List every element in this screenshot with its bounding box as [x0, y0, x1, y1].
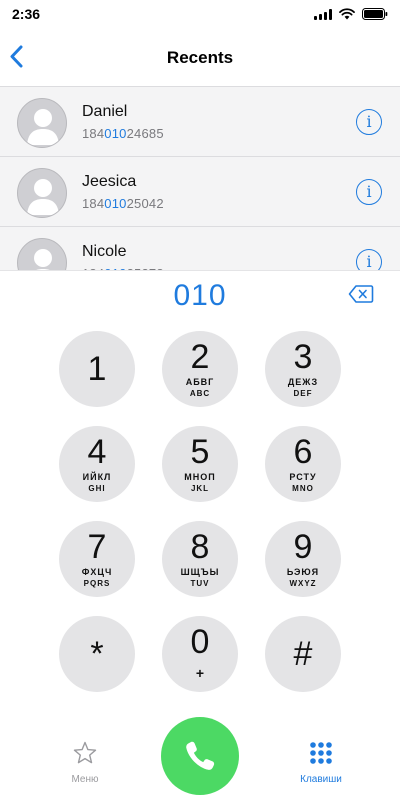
- key-letters-ru: ДЕЖЗ: [287, 377, 319, 387]
- list-item[interactable]: Nicole 18401025278 i: [0, 226, 400, 270]
- contact-number: 18401025042: [82, 196, 164, 211]
- key-letters-ru: АБВГ: [185, 377, 215, 387]
- keypad-grid-icon: [310, 742, 332, 764]
- key-digit: #: [293, 635, 313, 673]
- contact-name: Daniel: [82, 103, 128, 120]
- key-digit: 8: [190, 528, 210, 566]
- phone-icon: [186, 741, 215, 770]
- battery-icon: [362, 8, 388, 20]
- status-time: 2:36: [12, 6, 41, 22]
- contact-number: 18401024685: [82, 126, 164, 141]
- key-digit: 1: [87, 350, 107, 388]
- key-digit: 2: [190, 338, 210, 376]
- list-item[interactable]: Jeesica 18401025042 i: [0, 156, 400, 226]
- phone-screen: 2:36 Recents Daniel 18401024685 i Jeesic…: [0, 0, 400, 800]
- key-letters-en: ABC: [189, 389, 211, 398]
- key-letters-en: JKL: [190, 484, 210, 493]
- key-letters-ru: ИЙКЛ: [82, 472, 112, 482]
- page-title: Recents: [166, 48, 234, 67]
- call-button[interactable]: [161, 717, 239, 795]
- info-icon: i: [366, 112, 372, 131]
- key-digit: 6: [293, 433, 313, 471]
- bottom-bar: Меню Клавиши: [0, 710, 400, 800]
- tab-label: Меню: [71, 774, 99, 785]
- keypad: 1 2 АБВГ ABC 3 ДЕЖЗ DEF 4 ИЙКЛ GHI 5 МНО…: [0, 320, 400, 710]
- key-digit: 5: [190, 433, 210, 471]
- key-digit: *: [90, 635, 104, 673]
- backspace-icon: [348, 285, 374, 303]
- nav-bar: Recents: [0, 30, 400, 86]
- key-7[interactable]: 7 ФХЦЧ PQRS: [59, 521, 135, 597]
- key-star[interactable]: *: [59, 616, 135, 692]
- key-0[interactable]: 0 +: [162, 616, 238, 692]
- avatar: [17, 238, 67, 270]
- key-letters-en: MNO: [292, 484, 314, 493]
- key-6[interactable]: 6 РСТУ MNO: [265, 426, 341, 502]
- avatar: [17, 168, 67, 218]
- key-5[interactable]: 5 МНОП JKL: [162, 426, 238, 502]
- info-button[interactable]: i: [356, 109, 382, 135]
- key-letters-en: PQRS: [83, 579, 111, 588]
- dial-display: 010: [0, 270, 400, 320]
- info-icon: i: [366, 182, 372, 201]
- status-icons: [314, 8, 388, 20]
- contact-name: Nicole: [82, 243, 127, 260]
- key-letters-en: TUV: [190, 579, 210, 588]
- info-icon: i: [366, 252, 372, 270]
- info-button[interactable]: i: [356, 249, 382, 270]
- key-2[interactable]: 2 АБВГ ABC: [162, 331, 238, 407]
- key-9[interactable]: 9 ЬЭЮЯ WXYZ: [265, 521, 341, 597]
- star-icon: [73, 741, 97, 764]
- key-letters-en: DEF: [293, 389, 313, 398]
- contact-name: Jeesica: [82, 173, 137, 190]
- key-letters-ru: ШЩЪЫ: [180, 567, 220, 577]
- key-letters-en: WXYZ: [289, 579, 317, 588]
- key-digit: 7: [87, 528, 107, 566]
- key-letters-ru: МНОП: [184, 472, 216, 482]
- info-button[interactable]: i: [356, 179, 382, 205]
- avatar: [17, 98, 67, 148]
- key-4[interactable]: 4 ИЙКЛ GHI: [59, 426, 135, 502]
- tab-keypad[interactable]: Клавиши: [286, 740, 356, 785]
- key-letters-ru: ЬЭЮЯ: [286, 567, 320, 577]
- list-item[interactable]: Daniel 18401024685 i: [0, 86, 400, 156]
- cellular-signal-icon: [314, 8, 332, 20]
- key-hash[interactable]: #: [265, 616, 341, 692]
- key-digit: 9: [293, 528, 313, 566]
- backspace-button[interactable]: [348, 284, 374, 304]
- dialed-number: 010: [173, 279, 227, 312]
- key-plus: +: [195, 665, 205, 681]
- key-letters-ru: РСТУ: [289, 472, 317, 482]
- status-bar: 2:36: [0, 0, 400, 30]
- tab-label: Клавиши: [300, 774, 342, 785]
- key-letters-ru: ФХЦЧ: [81, 567, 113, 577]
- recents-list: Daniel 18401024685 i Jeesica 18401025042…: [0, 86, 400, 270]
- key-digit: 4: [87, 433, 107, 471]
- key-digit: 0: [190, 623, 210, 661]
- key-letters-en: GHI: [88, 484, 106, 493]
- tab-menu[interactable]: Меню: [50, 740, 120, 785]
- key-1[interactable]: 1: [59, 331, 135, 407]
- key-8[interactable]: 8 ШЩЪЫ TUV: [162, 521, 238, 597]
- key-digit: 3: [293, 338, 313, 376]
- key-3[interactable]: 3 ДЕЖЗ DEF: [265, 331, 341, 407]
- wifi-icon: [339, 8, 355, 20]
